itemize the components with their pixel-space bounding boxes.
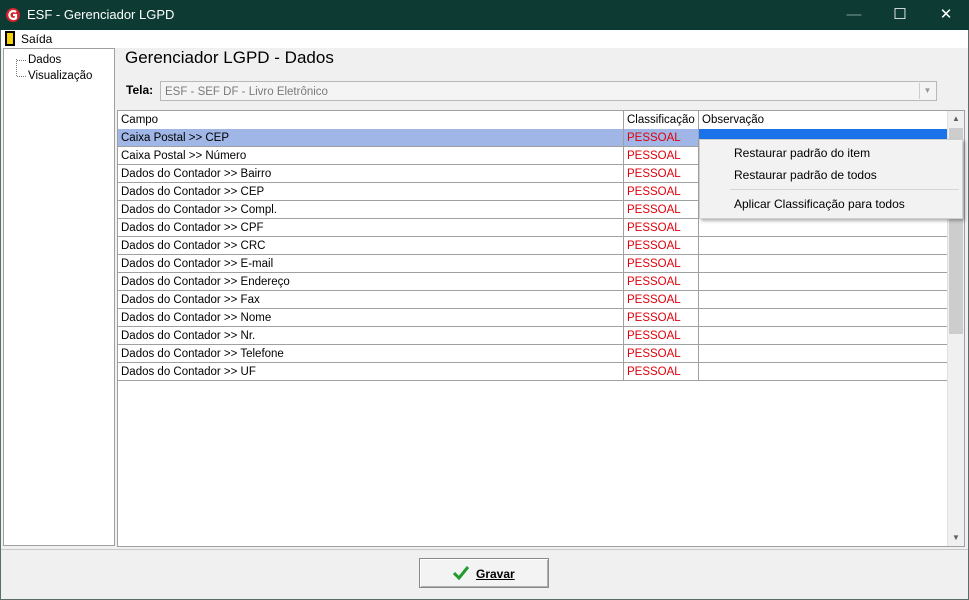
menu-bar: Saída [0, 30, 969, 48]
save-button-label: Gravar [476, 567, 515, 581]
minimize-button[interactable]: — [831, 0, 877, 30]
cell-classificacao[interactable]: PESSOAL [624, 237, 699, 255]
cell-observacao[interactable] [699, 327, 948, 345]
esf-logo-icon [6, 8, 20, 22]
tela-select-value: ESF - SEF DF - Livro Eletrônico [165, 86, 328, 98]
cell-campo[interactable]: Caixa Postal >> Número [118, 147, 624, 165]
table-row[interactable]: Dados do Contador >> CPF PESSOAL [118, 219, 949, 237]
cell-campo[interactable]: Dados do Contador >> CRC [118, 237, 624, 255]
table-row[interactable]: Dados do Contador >> Fax PESSOAL [118, 291, 949, 309]
cell-classificacao[interactable]: PESSOAL [624, 291, 699, 309]
navigation-tree: Dados Visualização [3, 48, 115, 546]
column-header-classificacao[interactable]: Classificação [624, 111, 699, 129]
context-menu-divider [730, 189, 959, 190]
exit-door-icon [5, 31, 15, 46]
cell-campo[interactable]: Dados do Contador >> Fax [118, 291, 624, 309]
close-button[interactable]: ✕ [923, 0, 969, 30]
cell-observacao[interactable] [699, 219, 948, 237]
table-row[interactable]: Dados do Contador >> Nr. PESSOAL [118, 327, 949, 345]
table-row[interactable]: Dados do Contador >> UF PESSOAL [118, 363, 949, 381]
cell-campo[interactable]: Dados do Contador >> Endereço [118, 273, 624, 291]
cell-observacao[interactable] [699, 363, 948, 381]
context-menu: Restaurar padrão do item Restaurar padrã… [699, 139, 963, 219]
cell-classificacao[interactable]: PESSOAL [624, 219, 699, 237]
tree-connector [16, 59, 17, 76]
tela-select[interactable]: ESF - SEF DF - Livro Eletrônico ▼ [160, 81, 937, 101]
cell-classificacao[interactable]: PESSOAL [624, 129, 699, 147]
cell-campo[interactable]: Dados do Contador >> E-mail [118, 255, 624, 273]
cell-observacao[interactable] [699, 237, 948, 255]
cell-classificacao[interactable]: PESSOAL [624, 147, 699, 165]
table-row[interactable]: Dados do Contador >> Telefone PESSOAL [118, 345, 949, 363]
page-title: Gerenciador LGPD - Dados [125, 48, 334, 67]
column-header-observacao[interactable]: Observação [699, 111, 948, 129]
menu-exit-label: Saída [21, 32, 53, 46]
tree-item-dados[interactable]: Dados [28, 54, 61, 66]
menu-item-exit[interactable]: Saída [0, 30, 56, 48]
cell-observacao[interactable] [699, 255, 948, 273]
cell-classificacao[interactable]: PESSOAL [624, 327, 699, 345]
maximize-button[interactable]: ☐ [877, 0, 923, 30]
table-row[interactable]: Dados do Contador >> E-mail PESSOAL [118, 255, 949, 273]
table-row[interactable]: Dados do Contador >> Endereço PESSOAL [118, 273, 949, 291]
cell-observacao[interactable] [699, 309, 948, 327]
chevron-down-icon[interactable]: ▼ [919, 83, 935, 99]
context-menu-restore-item[interactable]: Restaurar padrão do item [734, 146, 870, 160]
tree-connector [17, 60, 26, 61]
grid-header: Campo Classificação Observação [118, 111, 949, 130]
context-menu-apply-all[interactable]: Aplicar Classificação para todos [734, 197, 905, 211]
check-icon [453, 566, 469, 581]
scroll-down-icon[interactable]: ▼ [948, 530, 964, 546]
window-title: ESF - Gerenciador LGPD [27, 7, 175, 22]
table-row[interactable]: Dados do Contador >> Nome PESSOAL [118, 309, 949, 327]
cell-classificacao[interactable]: PESSOAL [624, 255, 699, 273]
cell-campo[interactable]: Dados do Contador >> Compl. [118, 201, 624, 219]
cell-observacao[interactable] [699, 345, 948, 363]
cell-classificacao[interactable]: PESSOAL [624, 165, 699, 183]
cell-classificacao[interactable]: PESSOAL [624, 183, 699, 201]
tree-connector [17, 76, 26, 77]
save-button[interactable]: Gravar [419, 558, 549, 588]
cell-classificacao[interactable]: PESSOAL [624, 363, 699, 381]
cell-campo[interactable]: Dados do Contador >> Nome [118, 309, 624, 327]
cell-classificacao[interactable]: PESSOAL [624, 273, 699, 291]
scroll-up-icon[interactable]: ▲ [948, 111, 964, 127]
cell-campo[interactable]: Dados do Contador >> CEP [118, 183, 624, 201]
cell-classificacao[interactable]: PESSOAL [624, 309, 699, 327]
table-row[interactable]: Dados do Contador >> CRC PESSOAL [118, 237, 949, 255]
title-bar: ESF - Gerenciador LGPD — ☐ ✕ [0, 0, 969, 30]
footer-divider [0, 549, 969, 550]
tree-item-visualizacao[interactable]: Visualização [28, 70, 92, 82]
column-header-campo[interactable]: Campo [118, 111, 624, 129]
cell-observacao[interactable] [699, 291, 948, 309]
tela-label: Tela: [126, 83, 154, 97]
cell-campo[interactable]: Dados do Contador >> UF [118, 363, 624, 381]
cell-campo[interactable]: Caixa Postal >> CEP [118, 129, 624, 147]
cell-classificacao[interactable]: PESSOAL [624, 345, 699, 363]
cell-campo[interactable]: Dados do Contador >> Telefone [118, 345, 624, 363]
cell-campo[interactable]: Dados do Contador >> CPF [118, 219, 624, 237]
context-menu-restore-all[interactable]: Restaurar padrão de todos [734, 168, 877, 182]
window-frame [0, 30, 1, 600]
cell-classificacao[interactable]: PESSOAL [624, 201, 699, 219]
cell-campo[interactable]: Dados do Contador >> Nr. [118, 327, 624, 345]
cell-campo[interactable]: Dados do Contador >> Bairro [118, 165, 624, 183]
cell-observacao[interactable] [699, 273, 948, 291]
